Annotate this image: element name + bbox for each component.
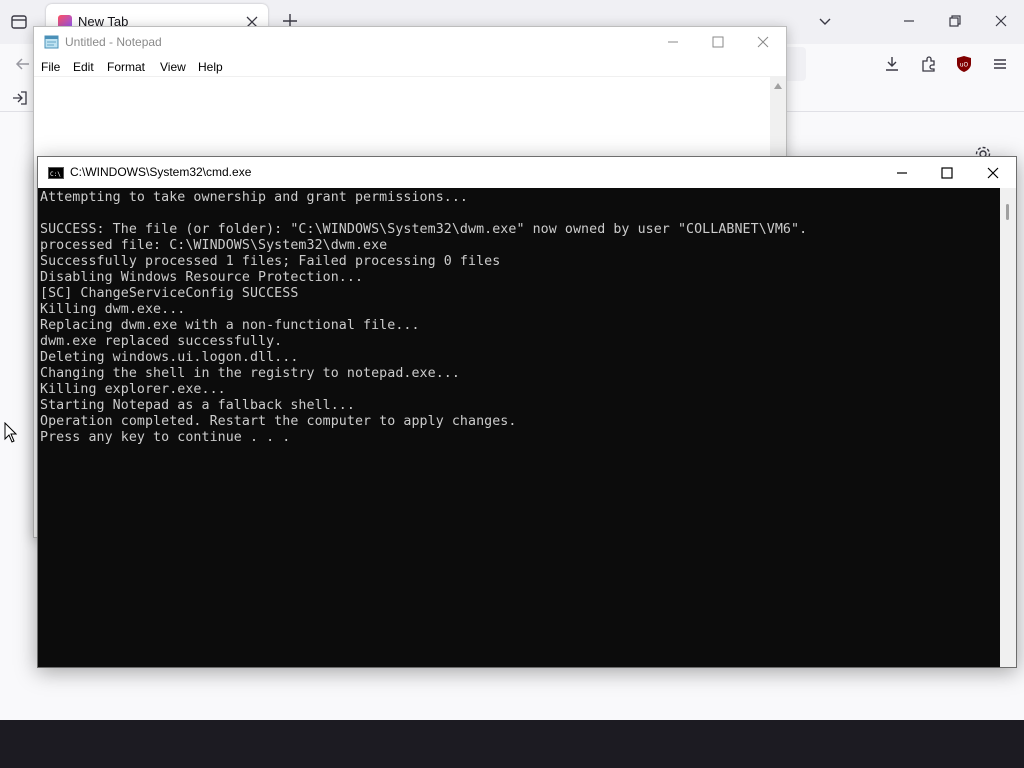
close-icon[interactable] bbox=[756, 35, 770, 49]
close-icon[interactable] bbox=[986, 166, 1000, 180]
cmd-vertical-scrollbar[interactable] bbox=[1000, 188, 1016, 667]
console-line: Killing dwm.exe... bbox=[40, 302, 186, 317]
console-line: Replacing dwm.exe with a non-functional … bbox=[40, 318, 420, 333]
notepad-title-bar[interactable]: Untitled - Notepad bbox=[34, 27, 786, 57]
console-line: Press any key to continue . . . bbox=[40, 430, 291, 445]
menu-view[interactable]: View bbox=[160, 60, 186, 74]
mouse-pointer-icon bbox=[4, 422, 17, 443]
console-line: Successfully processed 1 files; Failed p… bbox=[40, 254, 501, 269]
download-icon[interactable] bbox=[883, 55, 901, 73]
console-line: Changing the shell in the registry to no… bbox=[40, 366, 460, 381]
menu-edit[interactable]: Edit bbox=[73, 60, 94, 74]
restore-icon[interactable] bbox=[948, 14, 962, 28]
svg-text:uO: uO bbox=[960, 62, 969, 69]
cmd-app-icon: C:\ bbox=[48, 167, 64, 179]
notepad-title: Untitled - Notepad bbox=[65, 35, 162, 49]
menu-help[interactable]: Help bbox=[198, 60, 223, 74]
notepad-menu-bar: File Edit Format View Help bbox=[34, 57, 786, 77]
menu-format[interactable]: Format bbox=[107, 60, 145, 74]
cmd-title-bar[interactable]: C:\ C:\WINDOWS\System32\cmd.exe bbox=[38, 157, 1016, 188]
puzzle-icon[interactable] bbox=[920, 55, 938, 73]
console-line: Killing explorer.exe... bbox=[40, 382, 226, 397]
console-line: processed file: C:\WINDOWS\System32\dwm.… bbox=[40, 238, 388, 253]
desktop-screen: New Tab uO Untitled - Notepad File Edit … bbox=[0, 0, 1024, 720]
console-line: Operation completed. Restart the compute… bbox=[40, 414, 517, 429]
console-line: [SC] ChangeServiceConfig SUCCESS bbox=[40, 286, 299, 301]
chevron-down-icon[interactable] bbox=[818, 15, 832, 29]
import-icon[interactable] bbox=[12, 90, 28, 106]
list-all-tabs-icon[interactable] bbox=[10, 13, 28, 31]
scrollbar-thumb[interactable] bbox=[1006, 204, 1009, 220]
console-line: Attempting to take ownership and grant p… bbox=[40, 190, 468, 205]
close-icon[interactable] bbox=[994, 14, 1008, 28]
console-line: SUCCESS: The file (or folder): "C:\WINDO… bbox=[40, 222, 808, 237]
console-line: Deleting windows.ui.logon.dll... bbox=[40, 350, 299, 365]
svg-text:C:\: C:\ bbox=[50, 171, 61, 178]
taskbar bbox=[0, 720, 1024, 768]
cmd-window: C:\ C:\WINDOWS\System32\cmd.exe Attempti… bbox=[37, 156, 1017, 668]
minimize-icon[interactable] bbox=[666, 35, 680, 49]
console-line: Disabling Windows Resource Protection... bbox=[40, 270, 364, 285]
back-arrow-icon[interactable] bbox=[14, 55, 32, 73]
minimize-icon[interactable] bbox=[895, 166, 909, 180]
maximize-icon[interactable] bbox=[711, 35, 725, 49]
scroll-up-arrow-icon[interactable] bbox=[774, 83, 782, 89]
ublock-origin-icon[interactable]: uO bbox=[956, 55, 972, 73]
hamburger-menu-icon[interactable] bbox=[991, 55, 1009, 73]
cmd-title: C:\WINDOWS\System32\cmd.exe bbox=[70, 165, 252, 179]
console-line: dwm.exe replaced successfully. bbox=[40, 334, 283, 349]
console-line: Starting Notepad as a fallback shell... bbox=[40, 398, 355, 413]
notepad-app-icon bbox=[44, 35, 59, 49]
minimize-icon[interactable] bbox=[902, 14, 916, 28]
cmd-console-output[interactable]: Attempting to take ownership and grant p… bbox=[40, 188, 998, 667]
maximize-icon[interactable] bbox=[940, 166, 954, 180]
menu-file[interactable]: File bbox=[41, 60, 60, 74]
